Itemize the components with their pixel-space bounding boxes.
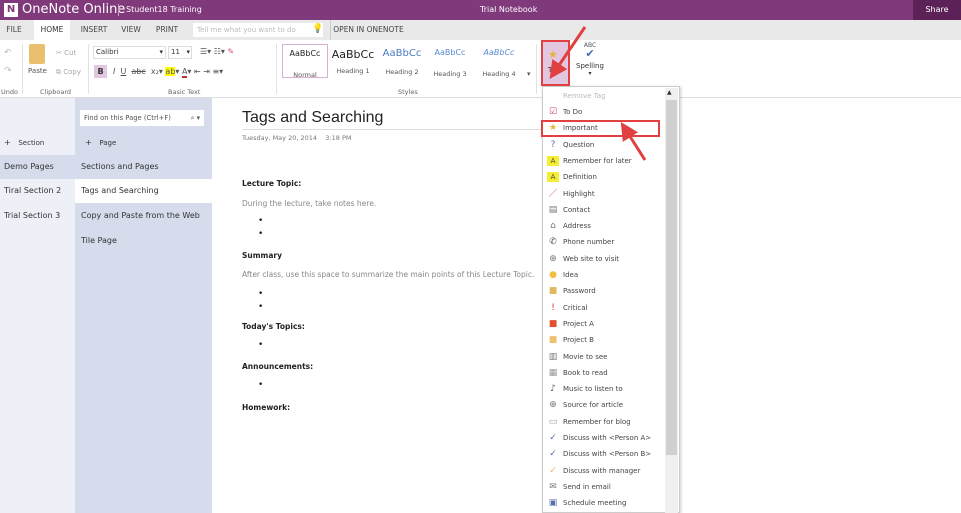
annotation-arrows: [549, 26, 647, 161]
arrow-to-important: [620, 121, 647, 161]
arrow-to-tag: [549, 26, 587, 79]
